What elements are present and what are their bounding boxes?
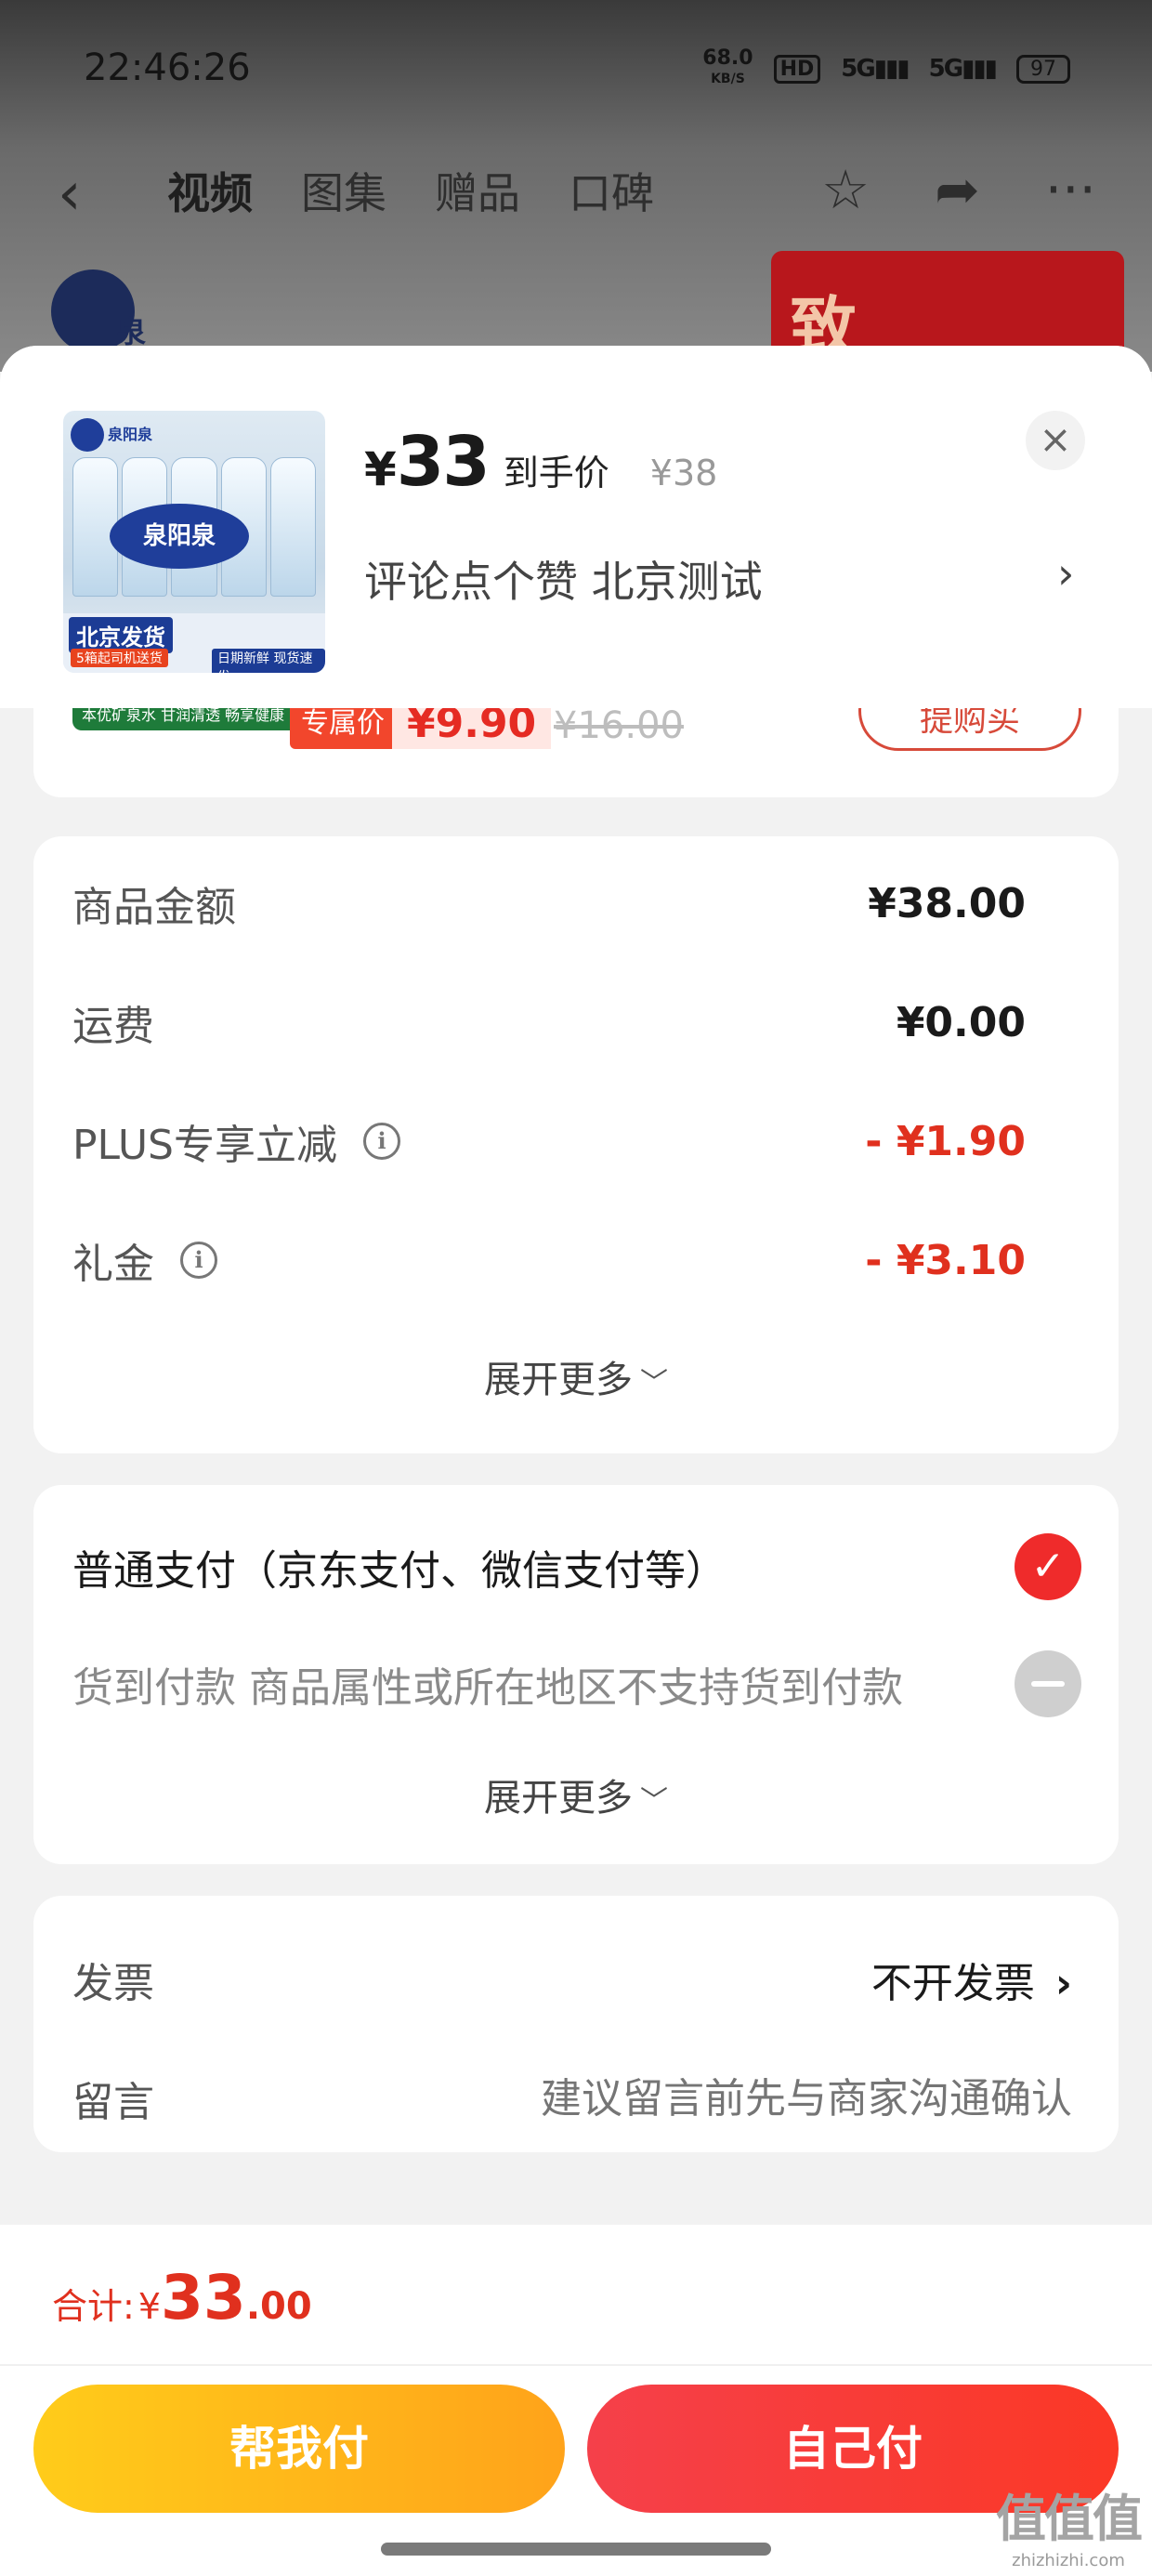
network-speed: 68.0 KB/S [702,46,753,87]
payment-option-normal[interactable]: 普通支付（京东支付、微信支付等） ✓ [72,1530,1081,1604]
tab-gifts[interactable]: 赠品 [435,160,520,221]
brand-logo: 泉阳泉 [51,269,163,435]
info-icon[interactable]: i [363,1123,400,1160]
total-symbol: ¥ [137,2286,161,2327]
cost-row-goods: 商品金额 ¥38.00 [72,866,1026,940]
exclusive-original-price: ¥16.00 [554,708,684,747]
final-price-label: 到手价 [503,453,609,493]
back-icon[interactable]: ‹ [58,160,82,229]
battery-icon: 97 [1016,54,1070,84]
thumb-fresh-tag: 日期新鲜 现货速发 [212,649,325,673]
cost-label: PLUS专享立减 [72,1122,337,1169]
nav-actions: ☆ ➦ ··· [821,158,1096,221]
cost-row-shipping: 运费 ¥0.00 [72,985,1026,1059]
cost-label: 礼金 [72,1241,154,1288]
chevron-right-icon: › [1054,1960,1072,2007]
divider [0,2364,1152,2366]
promo-slogan: 本优矿泉水 甘润清透 畅享健康 [72,708,307,730]
top-nav: ‹ 视频 图集 赠品 口碑 ☆ ➦ ··· [0,149,1152,232]
invoice-message: 发票 不开发票 › 留言 [33,1896,1119,2152]
background-product-page: 22:46:26 68.0 KB/S HD 5G▮▮▮ 5G▮▮▮ 97 ‹ 视… [0,0,1152,435]
checkmark-icon[interactable]: ✓ [1015,1533,1081,1600]
expand-more-payments[interactable]: 展开更多 ﹀ [33,1768,1119,1821]
payment-option-label: 货到付款 商品属性或所在地区不支持货到付款 [72,1664,903,1712]
cost-row-gift-money: 礼金 i - ¥3.10 [72,1223,1026,1297]
chevron-down-icon: ﹀ [640,1367,668,1400]
product-summary: 泉阳泉 泉阳泉 北京发货 5箱起司机送货 日期新鲜 现货速发 ¥ 33 到手价 … [0,346,1152,708]
cost-row-plus-discount: PLUS专享立减 i - ¥1.90 [72,1104,1026,1178]
disabled-minus-icon [1015,1650,1081,1717]
exclusive-price: ¥9.90 [392,708,552,749]
payment-option-cod: 货到付款 商品属性或所在地区不支持货到付款 [72,1647,1081,1721]
expand-more-costs[interactable]: 展开更多 ﹀ [33,1349,1119,1403]
home-indicator[interactable] [381,2543,771,2556]
more-icon[interactable]: ··· [1045,158,1096,221]
cost-value: ¥0.00 [896,998,1026,1046]
close-button[interactable]: × [1026,411,1085,470]
total-decimal: .00 [245,2285,312,2328]
info-icon[interactable]: i [180,1242,217,1279]
status-time: 22:46:26 [84,46,251,89]
cost-label: 运费 [72,1003,154,1050]
scrolled-promo-row: 本优矿泉水 甘润清透 畅享健康 专属价 ¥9.90 ¥16.00 提购买 [33,708,1119,797]
status-bar: 22:46:26 68.0 KB/S HD 5G▮▮▮ 5G▮▮▮ 97 [0,37,1152,102]
thumb-logo-text: 泉阳泉 [108,426,153,443]
share-icon[interactable]: ➦ [935,158,980,221]
invoice-label: 发票 [72,1960,154,2007]
bottom-action-bar: 合计: ¥ 33 .00 帮我付 自己付 值值值 zhizhizhi.com [0,2225,1152,2576]
final-price: 33 [396,422,491,502]
cost-label: 商品金额 [72,884,236,931]
original-price: ¥38 [649,453,718,493]
thumb-delivery-tag: 5箱起司机送货 [71,649,168,667]
message-input[interactable] [422,2074,1072,2123]
payment-option-label: 普通支付（京东支付、微信支付等） [72,1547,727,1595]
cost-value: - ¥1.90 [865,1117,1026,1165]
total-amount: 合计: ¥ 33 .00 [52,2262,312,2333]
price-row: ¥ 33 到手价 ¥38 [364,422,717,502]
tab-video[interactable]: 视频 [167,160,253,221]
tab-reviews[interactable]: 口碑 [569,160,654,221]
cost-label-wrap: PLUS专享立减 i [72,1111,400,1171]
chevron-down-icon: ﹀ [640,1785,668,1818]
payment-methods: 普通支付（京东支付、微信支付等） ✓ 货到付款 商品属性或所在地区不支持货到付款… [33,1485,1119,1864]
invoice-value: 不开发票 › [871,1960,1072,2007]
price-symbol: ¥ [364,442,397,496]
cost-label-wrap: 礼金 i [72,1230,217,1290]
help-me-pay-button[interactable]: 帮我付 [33,2385,565,2513]
message-label: 留言 [72,2079,154,2126]
hd-icon: HD [773,54,821,84]
site-watermark: 值值值 zhizhizhi.com [996,2490,1143,2570]
total-label: 合计: [52,2286,135,2327]
exclusive-price-label: 专属价 [290,708,396,749]
product-image: 泉阳泉 泉阳泉 北京发货 5箱起司机送货 日期新鲜 现货速发 [63,411,325,673]
nav-tabs: 视频 图集 赠品 口碑 [167,160,654,221]
product-spec[interactable]: 评论点个赞 北京测试 [364,548,763,610]
favorite-star-icon[interactable]: ☆ [821,158,870,221]
expand-label: 展开更多 [484,1359,633,1401]
signal-icon-2: 5G▮▮▮ [928,55,998,83]
thumb-brand-label: 泉阳泉 [110,504,249,569]
cost-breakdown: 商品金额 ¥38.00 运费 ¥0.00 PLUS专享立减 i - ¥1.90 … [33,836,1119,1453]
chevron-right-icon[interactable]: › [1057,548,1074,598]
expand-label: 展开更多 [484,1777,633,1820]
thumb-logo-mark [71,418,104,452]
cost-value: - ¥3.10 [865,1236,1026,1284]
message-row: 留言 [72,2061,1072,2136]
status-icons: 68.0 KB/S HD 5G▮▮▮ 5G▮▮▮ 97 [702,48,1070,89]
quick-buy-button[interactable]: 提购买 [858,708,1081,751]
total-integer: 33 [161,2262,246,2333]
cost-value: ¥38.00 [868,879,1026,927]
signal-icon: 5G▮▮▮ [841,55,910,83]
tab-gallery[interactable]: 图集 [301,160,386,221]
invoice-row[interactable]: 发票 不开发票 › [72,1942,1072,2017]
